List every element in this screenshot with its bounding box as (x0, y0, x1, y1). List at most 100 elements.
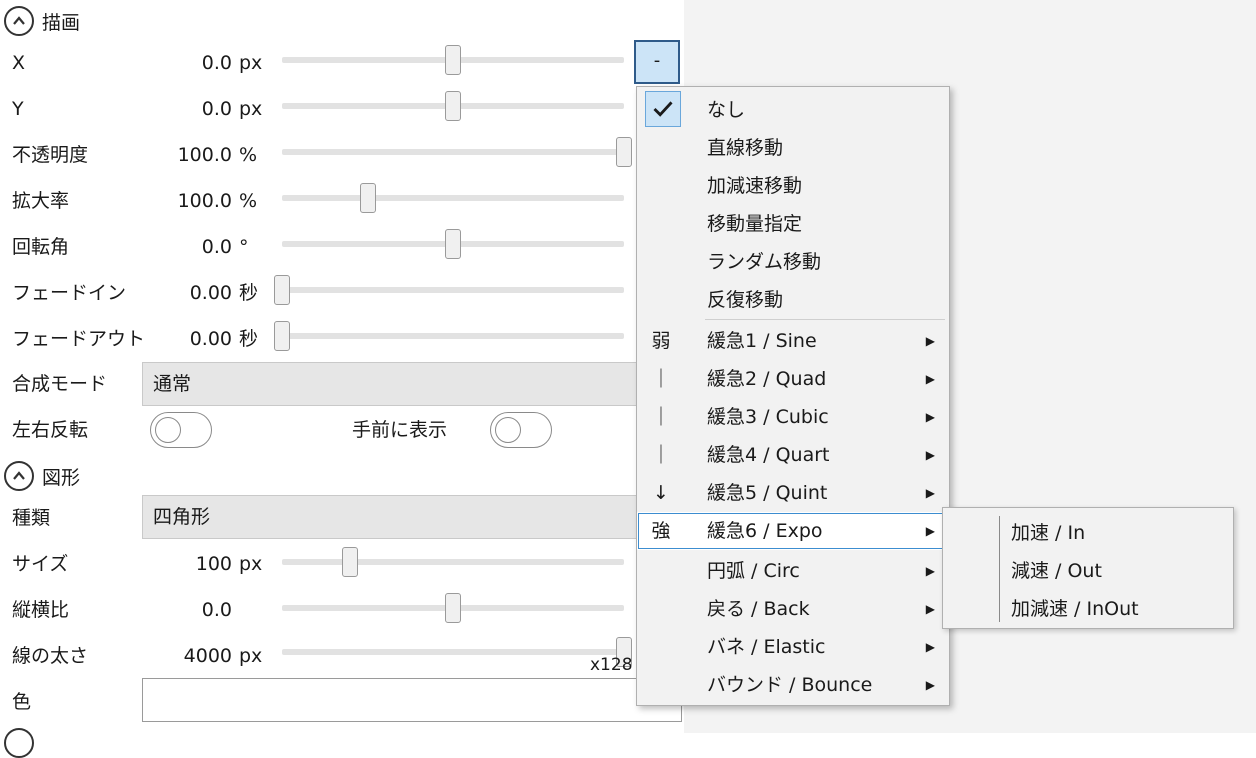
menu-item-label: 緩急3 / Cubic (707, 406, 829, 428)
prop-value-fadein[interactable]: 0.00 (170, 281, 232, 305)
chevron-up-icon[interactable] (4, 461, 34, 491)
menu-item-label: 円弧 / Circ (707, 560, 800, 582)
section-title: 図形 (42, 466, 81, 489)
menu-item[interactable]: 移動量指定 (637, 205, 949, 243)
slider-rotation[interactable] (282, 229, 624, 259)
slider-x[interactable] (282, 45, 624, 75)
slider-y[interactable] (282, 91, 624, 121)
prop-value-scale[interactable]: 100.0 (160, 189, 232, 213)
chevron-right-icon: ▶ (925, 372, 935, 386)
section-title: 描画 (42, 11, 81, 34)
menu-item[interactable]: 反復移動 (637, 281, 949, 319)
prop-label-kind: 種類 (12, 507, 51, 529)
menu-item[interactable]: ｜ 緩急4 / Quart ▶ (637, 436, 949, 474)
chevron-right-icon: ▶ (925, 564, 935, 578)
front-toggle[interactable] (490, 412, 552, 448)
section-header-draw[interactable]: 描画 (0, 3, 80, 39)
menu-item[interactable]: バネ / Elastic ▶ (637, 628, 949, 666)
menu-item[interactable]: ↓ 緩急5 / Quint ▶ (637, 474, 949, 512)
menu-item-strength-marker: ｜ (651, 406, 671, 428)
prop-value-aspect[interactable]: 0.0 (170, 598, 232, 622)
chevron-right-icon: ▶ (925, 410, 935, 424)
prop-unit-y: px (239, 98, 263, 120)
slider-linewidth[interactable] (282, 637, 632, 667)
slider-thumb[interactable] (445, 91, 461, 121)
color-field[interactable] (142, 678, 682, 722)
slider-thumb[interactable] (445, 45, 461, 75)
prop-unit-fadeout: 秒 (239, 328, 259, 350)
menu-item[interactable]: ランダム移動 (637, 243, 949, 281)
slider-scale[interactable] (282, 183, 624, 213)
menu-item[interactable]: 加減速移動 (637, 167, 949, 205)
prop-value-fadeout[interactable]: 0.00 (170, 327, 232, 351)
prop-label-flip: 左右反転 (12, 419, 89, 441)
prop-label-x: X (12, 52, 26, 74)
menu-item[interactable]: ｜ 緩急2 / Quad ▶ (637, 360, 949, 398)
menu-item-label: 緩急6 / Expo (707, 520, 823, 542)
chevron-right-icon: ▶ (925, 448, 935, 462)
slider-thumb[interactable] (342, 547, 359, 577)
menu-item-label: 緩急5 / Quint (707, 482, 828, 504)
prop-value-size[interactable]: 100 (170, 552, 232, 576)
submenu-item-out[interactable]: 減速 / Out (1011, 552, 1102, 590)
menu-item-label: バネ / Elastic (707, 636, 826, 658)
menu-item[interactable]: バウンド / Bounce ▶ (637, 666, 949, 704)
menu-separator (705, 319, 945, 320)
flip-toggle[interactable] (150, 412, 212, 448)
prop-value-x[interactable]: 0.0 (170, 51, 232, 75)
slider-fadeout[interactable] (274, 321, 624, 351)
easing-dropdown-button[interactable]: - (634, 40, 680, 84)
menu-item[interactable]: 直線移動 (637, 129, 949, 167)
slider-thumb[interactable] (274, 275, 290, 305)
prop-value-rotation[interactable]: 0.0 (170, 235, 232, 259)
menu-item-label: 移動量指定 (707, 213, 803, 235)
slider-max-label: x128 (590, 655, 633, 675)
chevron-right-icon: ▶ (925, 524, 935, 538)
prop-label-opacity: 不透明度 (12, 144, 89, 166)
prop-value-linewidth[interactable]: 4000 (170, 644, 232, 668)
menu-item-label: 反復移動 (707, 289, 784, 311)
submenu-item-inout[interactable]: 加減速 / InOut (1011, 590, 1139, 628)
prop-value-y[interactable]: 0.0 (170, 97, 232, 121)
slider-fadein[interactable] (274, 275, 624, 305)
slider-thumb[interactable] (616, 137, 632, 167)
submenu-divider (999, 516, 1000, 622)
prop-label-linewidth: 線の太さ (12, 645, 89, 667)
slider-thumb[interactable] (359, 183, 376, 213)
slider-opacity[interactable] (282, 137, 632, 167)
menu-item-label: ランダム移動 (707, 251, 822, 273)
menu-item-label: バウンド / Bounce (707, 674, 873, 696)
prop-label-front: 手前に表示 (352, 419, 448, 441)
menu-item-strength-marker: ｜ (651, 368, 671, 390)
chevron-right-icon: ▶ (925, 602, 935, 616)
chevron-up-icon[interactable] (4, 6, 34, 36)
prop-value-opacity[interactable]: 100.0 (160, 143, 232, 167)
section-header-shape[interactable]: 図形 (0, 458, 80, 494)
prop-unit-size: px (239, 553, 263, 575)
prop-unit-x: px (239, 52, 263, 74)
prop-unit-scale: % (239, 190, 258, 212)
slider-thumb[interactable] (445, 229, 461, 259)
menu-item[interactable]: 弱 緩急1 / Sine ▶ (637, 322, 949, 360)
slider-thumb[interactable] (274, 321, 290, 351)
menu-item[interactable]: 戻る / Back ▶ (637, 590, 949, 628)
slider-thumb[interactable] (445, 593, 461, 623)
prop-label-color: 色 (12, 691, 32, 713)
submenu-item-in[interactable]: 加速 / In (1011, 514, 1085, 552)
menu-item[interactable]: ｜ 緩急3 / Cubic ▶ (637, 398, 949, 436)
blend-mode-select[interactable]: 通常 (142, 362, 682, 406)
chevron-right-icon: ▶ (925, 486, 935, 500)
slider-size[interactable] (282, 547, 624, 577)
menu-item-label: 直線移動 (707, 137, 784, 159)
slider-aspect[interactable] (282, 593, 624, 623)
menu-item[interactable]: 円弧 / Circ ▶ (637, 552, 949, 590)
menu-item[interactable]: 強 緩急6 / Expo ▶ (637, 512, 949, 550)
menu-item[interactable]: なし (637, 91, 949, 129)
prop-label-fadein: フェードイン (12, 282, 127, 304)
prop-label-fadeout: フェードアウト (12, 328, 146, 350)
prop-label-aspect: 縦横比 (12, 599, 70, 621)
prop-unit-fadein: 秒 (239, 282, 259, 304)
menu-item-strength-marker: ｜ (651, 444, 671, 466)
shape-kind-select[interactable]: 四角形 (142, 495, 682, 539)
easing-menu: なし 直線移動 加減速移動 移動量指定 ランダム移動 反復移動弱 緩急1 / Sine ▶ ｜ 緩… (636, 86, 950, 706)
